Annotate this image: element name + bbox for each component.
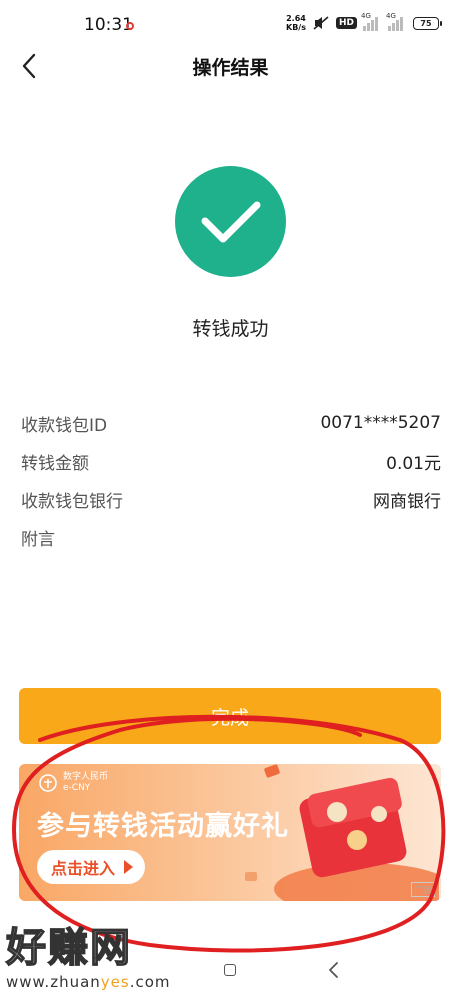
ecny-icon: [39, 774, 57, 792]
detail-row-bank: 收款钱包银行 网商银行: [21, 480, 441, 518]
status-icons: 2.64 KB/s HD 4G 4G 75: [286, 12, 442, 32]
header: 操作结果: [0, 46, 461, 86]
detail-row-note: 附言: [21, 518, 441, 556]
ecny-logo: 数字人民币 e-CNY: [39, 772, 108, 794]
promo-banner[interactable]: 数字人民币 e-CNY 参与转钱活动赢好礼 点击进入 广告: [19, 764, 441, 901]
watermark-url-suffix: .com: [129, 973, 171, 991]
watermark-url-highlight: yes: [100, 973, 130, 991]
detail-label: 转钱金额: [21, 453, 89, 474]
enter-button-label: 点击进入: [51, 859, 116, 878]
result-message: 转钱成功: [192, 318, 269, 340]
signal-2-label: 4G: [386, 12, 396, 20]
ecny-logo-cn: 数字人民币: [63, 772, 109, 782]
play-arrow-icon: [124, 860, 134, 874]
network-speed-value: 2.64: [286, 14, 306, 23]
nav-back-icon[interactable]: [324, 960, 344, 980]
watermark-url: www.zhuanyes.com: [6, 973, 171, 991]
ad-tag: 广告: [410, 882, 435, 897]
detail-label: 附言: [21, 529, 55, 550]
signal-1-label: 4G: [361, 12, 371, 20]
signal-1-icon: 4G: [361, 12, 382, 31]
done-button[interactable]: 完成: [19, 688, 441, 744]
site-watermark: 好赚网 www.zhuanyes.com: [5, 915, 171, 991]
ecny-logo-en: e-CNY: [63, 783, 91, 793]
enter-button[interactable]: 点击进入: [37, 850, 146, 884]
detail-row-wallet-id: 收款钱包ID 0071****5207: [21, 404, 441, 442]
network-speed: 2.64 KB/s: [286, 14, 306, 32]
network-speed-unit: KB/s: [286, 23, 306, 32]
hd-badge: HD: [335, 17, 357, 29]
detail-label: 收款钱包银行: [21, 491, 123, 512]
watermark-url-prefix: www.zhuan: [6, 973, 101, 991]
detail-value: 0.01元: [386, 453, 441, 474]
nav-home-button[interactable]: [224, 964, 236, 976]
success-check-icon: [175, 166, 286, 277]
page-title: 操作结果: [192, 57, 269, 79]
battery-icon: 75: [413, 16, 442, 30]
recording-dot-icon: [126, 22, 134, 30]
detail-value: 网商银行: [373, 491, 441, 512]
detail-row-amount: 转钱金额 0.01元: [21, 442, 441, 480]
mute-icon: [313, 16, 329, 30]
detail-value: 0071****5207: [320, 413, 441, 433]
status-bar: 10:31 2.64 KB/s HD 4G 4G 75: [0, 0, 461, 52]
watermark-logo: 好赚网: [5, 924, 132, 972]
banner-title: 参与转钱活动赢好礼: [37, 811, 289, 842]
detail-label: 收款钱包ID: [21, 415, 108, 436]
transfer-details: 收款钱包ID 0071****5207 转钱金额 0.01元 收款钱包银行 网商…: [21, 404, 441, 556]
signal-2-icon: 4G: [386, 12, 407, 31]
